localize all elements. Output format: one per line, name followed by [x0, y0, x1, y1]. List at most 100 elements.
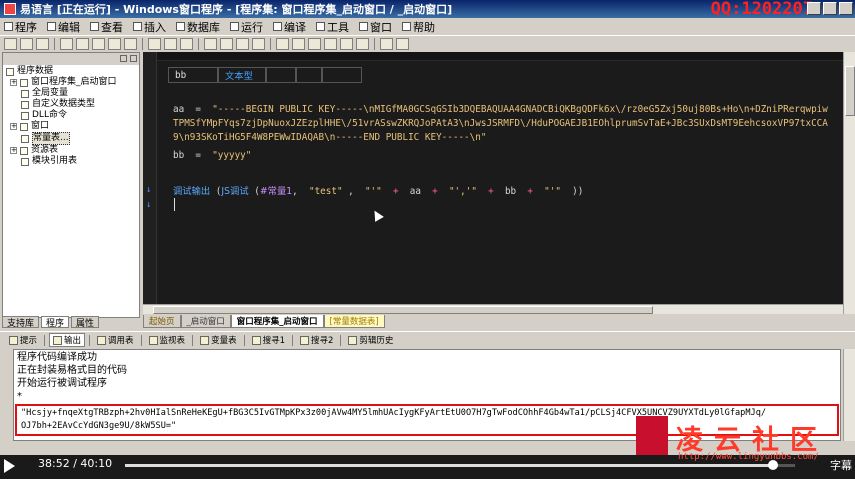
expand-icon[interactable]: + — [10, 123, 17, 130]
menu-help[interactable]: 帮助 — [402, 19, 435, 35]
video-player-bar: 38:52 / 40:10 字幕 — [0, 455, 855, 479]
variable-type[interactable]: 文本型 — [218, 67, 266, 83]
editor-tabs: 起始页 _启动窗口 窗口程序集_启动窗口 [常量数据表] — [143, 315, 385, 328]
tab-variables[interactable]: 变量表 — [197, 334, 240, 346]
expand-icon[interactable]: + — [10, 79, 17, 86]
compile-icon[interactable] — [380, 37, 393, 50]
menu-tools[interactable]: 工具 — [316, 19, 349, 35]
variable-cell[interactable] — [266, 67, 296, 83]
panel-close-icon[interactable] — [130, 55, 137, 62]
tab-properties[interactable]: 属性 — [71, 316, 100, 329]
menu-insert[interactable]: 插入 — [133, 19, 166, 35]
menu-run[interactable]: 运行 — [230, 19, 263, 35]
menu-window[interactable]: 窗口 — [359, 19, 392, 35]
toolbar-separator — [374, 37, 375, 50]
bookmark-icon[interactable] — [180, 37, 193, 50]
seek-handle[interactable] — [768, 460, 779, 470]
variables-icon — [200, 335, 210, 345]
paste-icon[interactable] — [92, 37, 105, 50]
tree-item-constants[interactable]: 常量表... — [6, 132, 139, 145]
open-file-icon[interactable] — [20, 37, 33, 50]
cut-icon[interactable] — [60, 37, 73, 50]
editor-gutter: ↓ ↓ — [143, 52, 157, 314]
tab-constants-table[interactable]: [常量数据表] — [323, 315, 385, 328]
window-icon — [20, 122, 28, 131]
tab-output[interactable]: 输出 — [49, 333, 86, 347]
tree-item-dll-commands[interactable]: DLL命令 — [6, 110, 139, 121]
save-icon[interactable] — [36, 37, 49, 50]
step-into-icon[interactable] — [308, 37, 321, 50]
tree-root[interactable]: 程序数据 — [6, 66, 139, 77]
tab-support-lib[interactable]: 支持库 — [2, 316, 40, 329]
layout-icon[interactable] — [204, 37, 217, 50]
breakpoint-icon[interactable] — [356, 37, 369, 50]
stop-icon[interactable] — [292, 37, 305, 50]
seek-bar[interactable] — [125, 460, 795, 470]
folder-icon — [6, 67, 14, 76]
edit-menu-icon — [47, 22, 56, 31]
run-icon[interactable] — [276, 37, 289, 50]
window-icon[interactable] — [220, 37, 233, 50]
tab-clipboard-history[interactable]: 剪辑历史 — [345, 334, 396, 346]
tree-item-resources[interactable]: + 资源表 — [6, 145, 139, 156]
site-name: 凌云社区 — [676, 425, 828, 456]
tab-hint[interactable]: 提示 — [6, 334, 40, 346]
tab-start-page[interactable]: 起始页 — [143, 315, 181, 328]
undo-icon[interactable] — [108, 37, 121, 50]
tree-item-global-vars[interactable]: 全局变量 — [6, 88, 139, 99]
panel-pin-icon[interactable] — [120, 55, 127, 62]
close-button[interactable] — [839, 2, 853, 15]
module-icon — [21, 157, 29, 166]
window-menu-icon — [359, 22, 368, 31]
find-icon[interactable] — [148, 37, 161, 50]
copy-icon[interactable] — [76, 37, 89, 50]
string-literal: TPMSfYMpFYqs7zjDpNuoxJZEzplHHE\/51vrASsw… — [173, 118, 828, 129]
variable-cell[interactable] — [322, 67, 362, 83]
tab-watch[interactable]: 监视表 — [146, 334, 189, 346]
code-line-aa: aa = "-----BEGIN PUBLIC KEY-----\nMIGfMA… — [173, 104, 828, 115]
code-editor[interactable]: ↓ ↓ bb 文本型 aa = "-----BEGIN PUBLIC KEY--… — [143, 52, 843, 314]
play-icon[interactable] — [4, 459, 15, 473]
menu-edit[interactable]: 编辑 — [47, 19, 80, 35]
step-over-icon[interactable] — [324, 37, 337, 50]
call-stack-icon — [97, 335, 107, 345]
minimize-button[interactable] — [807, 2, 821, 15]
site-logo: 凌云社区 — [636, 416, 855, 458]
tree-item-custom-types[interactable]: 自定义数据类型 — [6, 99, 139, 110]
tree-item-windows[interactable]: + 窗口 — [6, 121, 139, 132]
editor-horizontal-scrollbar[interactable] — [143, 304, 843, 314]
menu-compile[interactable]: 编译 — [273, 19, 306, 35]
new-file-icon[interactable] — [4, 37, 17, 50]
replace-icon[interactable] — [164, 37, 177, 50]
tab-program[interactable]: 程序 — [41, 316, 70, 329]
tab-search-2[interactable]: 搜寻2 — [297, 334, 336, 346]
string-literal: 9\n93SKoTiHG5F4W8PEWwIDAQAB\n-----END PU… — [173, 132, 487, 143]
tab-window-assembly[interactable]: 窗口程序集_启动窗口 — [230, 315, 324, 328]
variable-cell[interactable] — [296, 67, 322, 83]
editor-vertical-scrollbar[interactable] — [843, 52, 855, 314]
menu-program[interactable]: 程序 — [4, 19, 37, 35]
panel-icon[interactable] — [236, 37, 249, 50]
tab-search-1[interactable]: 搜寻1 — [249, 334, 288, 346]
grid-icon[interactable] — [252, 37, 265, 50]
help-icon[interactable] — [396, 37, 409, 50]
menu-view[interactable]: 查看 — [90, 19, 123, 35]
expand-icon[interactable]: + — [10, 147, 17, 154]
scroll-thumb[interactable] — [845, 66, 855, 116]
step-out-icon[interactable] — [340, 37, 353, 50]
current-time: 38:52 — [38, 457, 70, 470]
assign-target-aa: aa = — [173, 104, 213, 115]
tab-startup-window[interactable]: _启动窗口 — [180, 315, 231, 328]
assembly-icon — [20, 78, 28, 87]
subtitle-button[interactable]: 字幕 — [830, 457, 852, 473]
maximize-button[interactable] — [823, 2, 837, 15]
menu-database[interactable]: 数据库 — [176, 19, 220, 35]
scroll-thumb[interactable] — [153, 306, 653, 314]
redo-icon[interactable] — [124, 37, 137, 50]
tab-separator — [243, 334, 245, 346]
variable-name[interactable]: bb — [168, 67, 218, 83]
tree-item-module-refs[interactable]: 模块引用表 — [6, 156, 139, 167]
tab-call-stack[interactable]: 调用表 — [94, 334, 137, 346]
string-literal: "yyyyy" — [212, 150, 252, 161]
tree-item-window-assembly[interactable]: + 窗口程序集_启动窗口 — [6, 77, 139, 88]
